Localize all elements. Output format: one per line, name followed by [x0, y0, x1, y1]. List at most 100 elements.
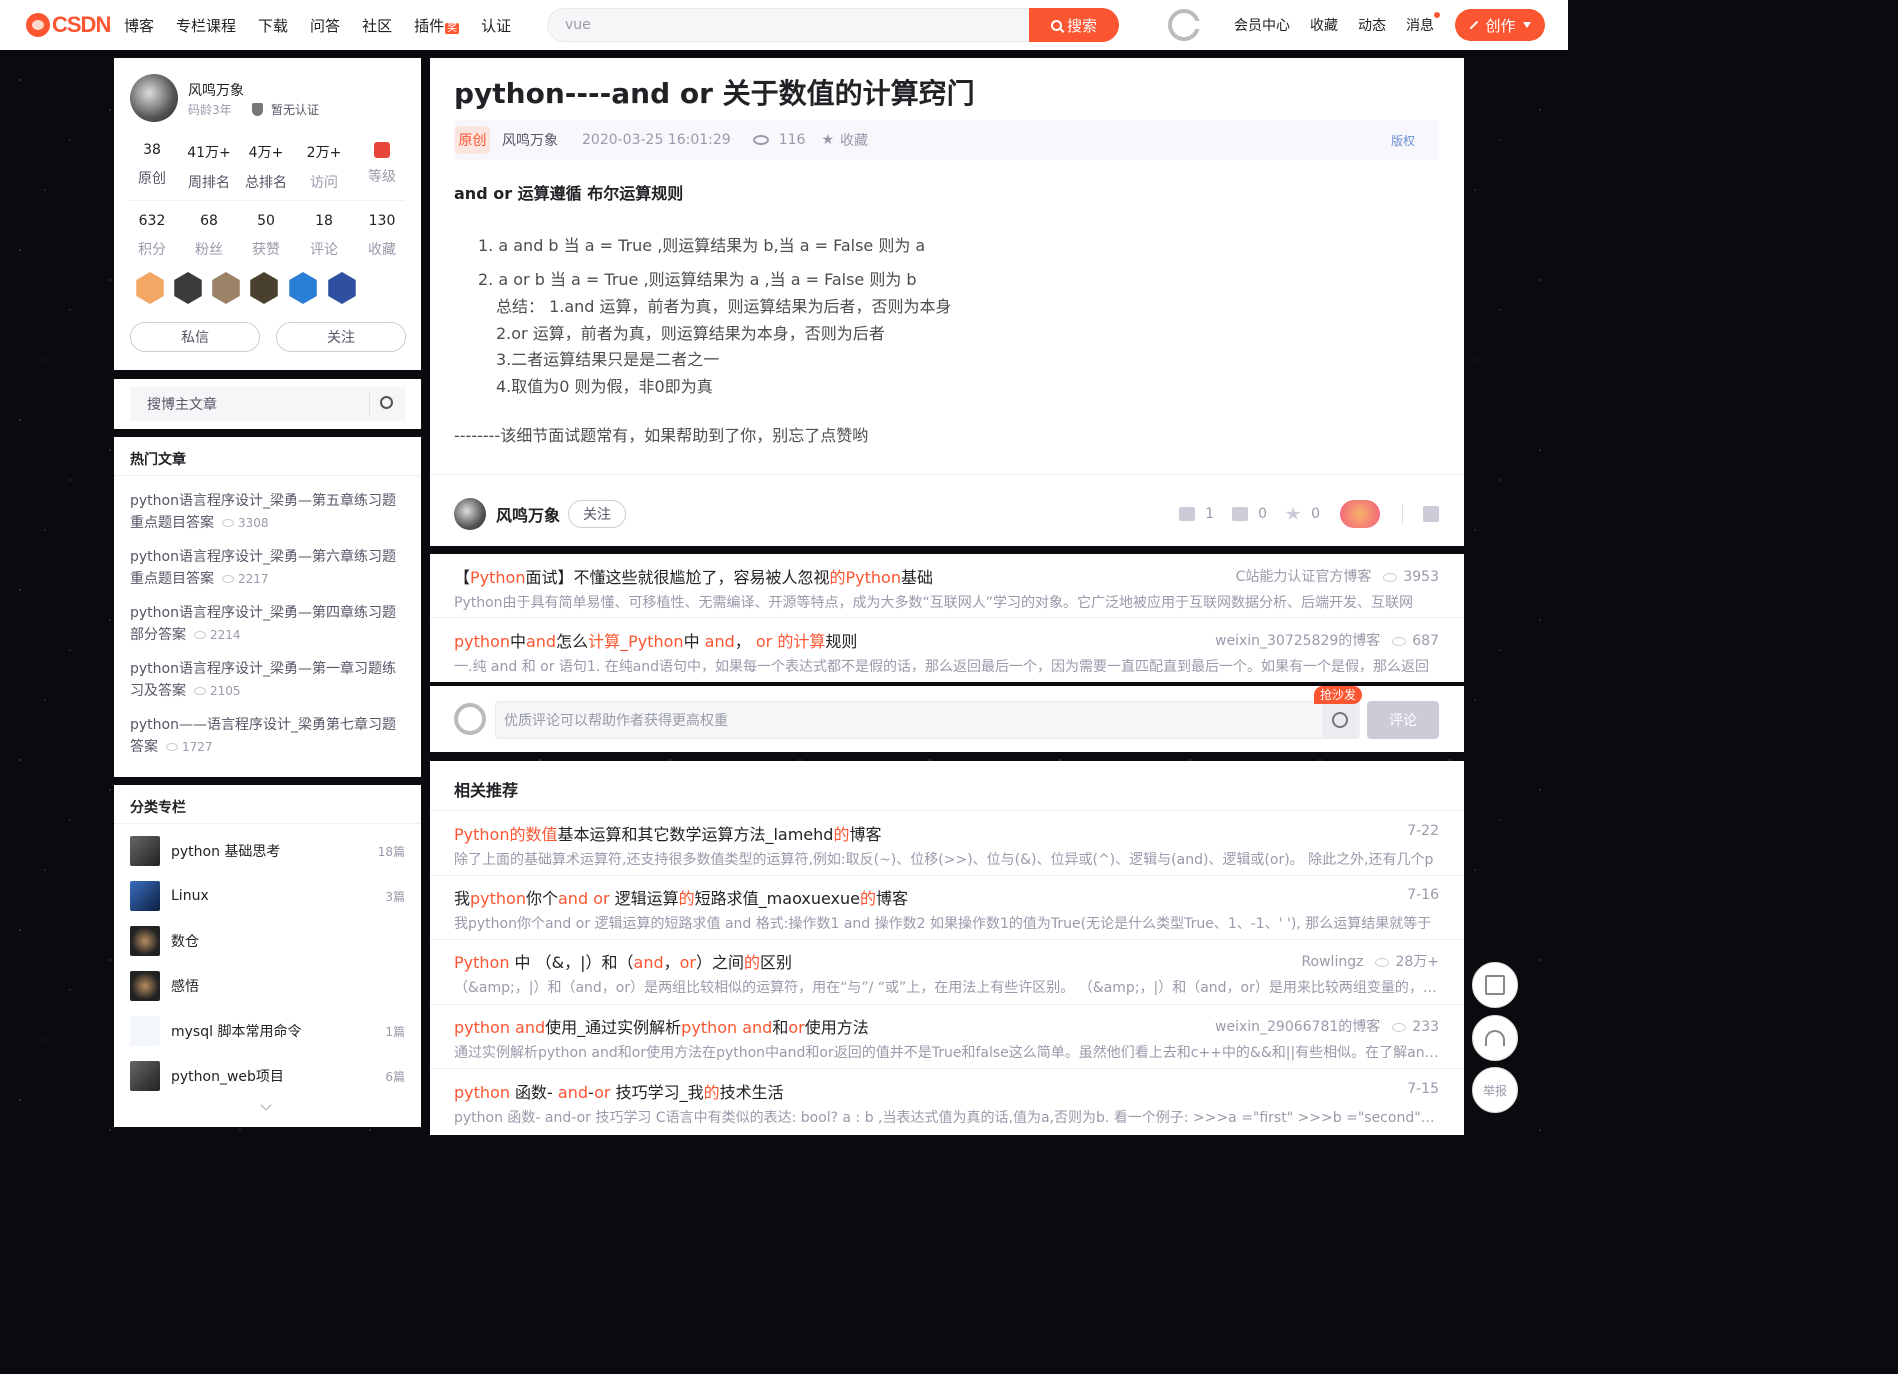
list-item: 2. a or b 当 a = True ,则运算结果为 a ,当 a = Fa… [478, 270, 917, 289]
author-bar: 风鸣万象 关注 1 0 0 [454, 496, 1439, 532]
related-title: 相关推荐 [454, 781, 519, 800]
search-icon[interactable] [369, 393, 403, 415]
author-avatar[interactable] [454, 498, 486, 530]
chevron-down-icon[interactable] [260, 1099, 272, 1111]
eye-icon [166, 743, 178, 751]
hot-articles-panel: 热门文章 python语言程序设计_梁勇—第五章练习题 重点题目答案 3308 py… [114, 437, 421, 777]
hot-article-item[interactable]: python——语言程序设计_梁勇第七章习题 答案 1727 [130, 714, 402, 758]
nav-courses[interactable]: 专栏课程 [176, 15, 236, 36]
related-item[interactable]: 我python你个and or 逻辑运算的短路求值_maoxuexue的博客 7… [454, 885, 1439, 933]
divider [130, 200, 405, 201]
related-item[interactable]: python and使用_通过实例解析python and和or使用方法 wei… [454, 1014, 1439, 1062]
collect-button[interactable]: 0 [1285, 506, 1320, 522]
csdn-logo[interactable]: CSDN [26, 12, 111, 37]
comment-submit-button[interactable]: 评论 [1367, 701, 1439, 739]
user-avatar[interactable] [1168, 9, 1200, 41]
follow-button[interactable]: 关注 [276, 322, 406, 352]
plugin-badge: 奖 [445, 22, 460, 34]
stat-total-rank[interactable]: 4万+ 总排名 [238, 142, 294, 192]
category-item[interactable]: 数仓 [130, 926, 405, 956]
stat-level[interactable]: 等级 [354, 142, 410, 186]
chevron-down-icon [1522, 22, 1531, 28]
stat-visits: 2万+ 访问 [306, 145, 342, 191]
user-avatar [454, 703, 486, 735]
eye-icon [1383, 572, 1398, 582]
nav-favorites[interactable]: 收藏 [1310, 15, 1338, 35]
nav-community[interactable]: 社区 [362, 15, 392, 36]
list-item: 1. a and b 当 a = True ,则运算结果为 b,当 a = Fa… [478, 236, 926, 255]
nav-download[interactable]: 下载 [258, 15, 288, 36]
badge-icon[interactable] [210, 272, 242, 306]
nav-qa[interactable]: 问答 [310, 15, 340, 36]
message-button[interactable]: 私信 [130, 322, 260, 352]
edit-icon[interactable] [1472, 962, 1518, 1008]
search-box: 搜索 [547, 8, 1119, 42]
recommend-top-panel: 【Python面试】不懂这些就很尴尬了，容易被人忽视的Python基础 C站能力… [430, 554, 1464, 682]
reward-icon[interactable] [1340, 500, 1380, 528]
cert-status: 暂无认证 [252, 101, 319, 118]
category-item[interactable]: 感悟 [130, 971, 405, 1001]
category-icon [130, 926, 160, 956]
comment-input[interactable]: 优质评论可以帮助作者获得更高权重 [495, 701, 1360, 739]
category-icon [130, 836, 160, 866]
nav-vip-center[interactable]: 会员中心 [1234, 15, 1290, 35]
nav-plugin[interactable]: 插件奖 [414, 15, 460, 36]
stat-week-rank[interactable]: 41万+ 周排名 [181, 142, 237, 192]
eye-icon [222, 575, 234, 583]
search-icon [1050, 19, 1062, 31]
search-input[interactable] [548, 9, 1018, 41]
category-item[interactable]: Linux 3篇 [130, 881, 405, 911]
favorite-link[interactable]: 收藏 [840, 130, 868, 150]
nav-cert[interactable]: 认证 [481, 15, 511, 36]
nav-activity[interactable]: 动态 [1358, 15, 1386, 35]
hot-article-item[interactable]: python语言程序设计_梁勇—第一章习题练 习及答案 2105 [130, 658, 402, 702]
emoji-icon[interactable] [1322, 701, 1358, 739]
badge-icon[interactable] [248, 272, 280, 306]
related-item[interactable]: python 函数- and-or 技巧学习_我的技术生活 7-15 pytho… [454, 1079, 1439, 1127]
categories-title: 分类专栏 [130, 800, 186, 816]
article-author[interactable]: 风鸣万象 [502, 130, 558, 150]
star-icon[interactable]: ★ [821, 132, 834, 148]
related-item[interactable]: Python的数值基本运算和其它数学运算方法_lamehd的博客 7-22 除了… [454, 821, 1439, 869]
category-item[interactable]: python_web项目 6篇 [130, 1061, 405, 1091]
recommend-item[interactable]: 【Python面试】不懂这些就很尴尬了，容易被人忽视的Python基础 C站能力… [454, 564, 1439, 612]
report-button[interactable]: 举报 [1472, 1067, 1518, 1113]
author-bar-name[interactable]: 风鸣万象 [496, 502, 560, 526]
create-button[interactable]: 创作 [1455, 9, 1545, 41]
category-icon [130, 971, 160, 1001]
badge-icon[interactable] [172, 272, 204, 306]
nav-messages[interactable]: 消息 [1406, 12, 1440, 35]
headset-icon[interactable] [1472, 1015, 1518, 1061]
stat-original[interactable]: 38 原创 [124, 142, 180, 188]
recommend-item[interactable]: python中and怎么计算_Python中 and， or 的计算规则 wei… [454, 628, 1439, 676]
stat-likes: 50 获赞 [252, 213, 280, 258]
blog-search-input[interactable]: 搜博主文章 [130, 387, 405, 421]
divider [430, 810, 1464, 811]
nav-blog[interactable]: 博客 [124, 15, 154, 36]
divider [1402, 504, 1403, 524]
stat-points: 632 积分 [138, 213, 166, 258]
author-avatar[interactable] [130, 74, 178, 122]
badge-icon[interactable] [134, 272, 166, 306]
eye-icon [222, 519, 234, 527]
hot-article-item[interactable]: python语言程序设计_梁勇—第六章练习题 重点题目答案 2217 [130, 546, 402, 590]
copyright-link[interactable]: 版权 [1391, 132, 1415, 149]
summary-line: 3.二者运算结果只是是二者之一 [496, 350, 720, 369]
comment-button[interactable]: 0 [1232, 506, 1267, 522]
author-follow-button[interactable]: 关注 [568, 500, 627, 528]
stat-fans[interactable]: 68 粉丝 [181, 213, 237, 259]
related-item[interactable]: Python 中 （&，|）和（and，or）之间的区别 Rowlingz 28万… [454, 949, 1439, 997]
category-item[interactable]: python 基础思考 18篇 [130, 836, 405, 866]
search-button[interactable]: 搜索 [1029, 8, 1119, 42]
article-info-bar: 原创 风鸣万象 2020-03-25 16:01:29 116 ★ 收藏 版权 [454, 120, 1439, 160]
category-item[interactable]: mysql 脚本常用命令 1篇 [130, 1016, 405, 1046]
badge-icon[interactable] [326, 272, 358, 306]
hot-article-item[interactable]: python语言程序设计_梁勇—第四章练习题 部分答案 2214 [130, 602, 402, 646]
share-icon[interactable] [1423, 506, 1439, 522]
author-name[interactable]: 风鸣万象 [188, 80, 244, 100]
like-button[interactable]: 1 [1179, 506, 1214, 522]
hot-article-item[interactable]: python语言程序设计_梁勇—第五章练习题 重点题目答案 3308 [130, 490, 402, 534]
blog-search-panel: 搜博主文章 [114, 379, 421, 429]
sofa-badge: 抢沙发 [1314, 686, 1363, 704]
badge-icon[interactable] [287, 272, 319, 306]
